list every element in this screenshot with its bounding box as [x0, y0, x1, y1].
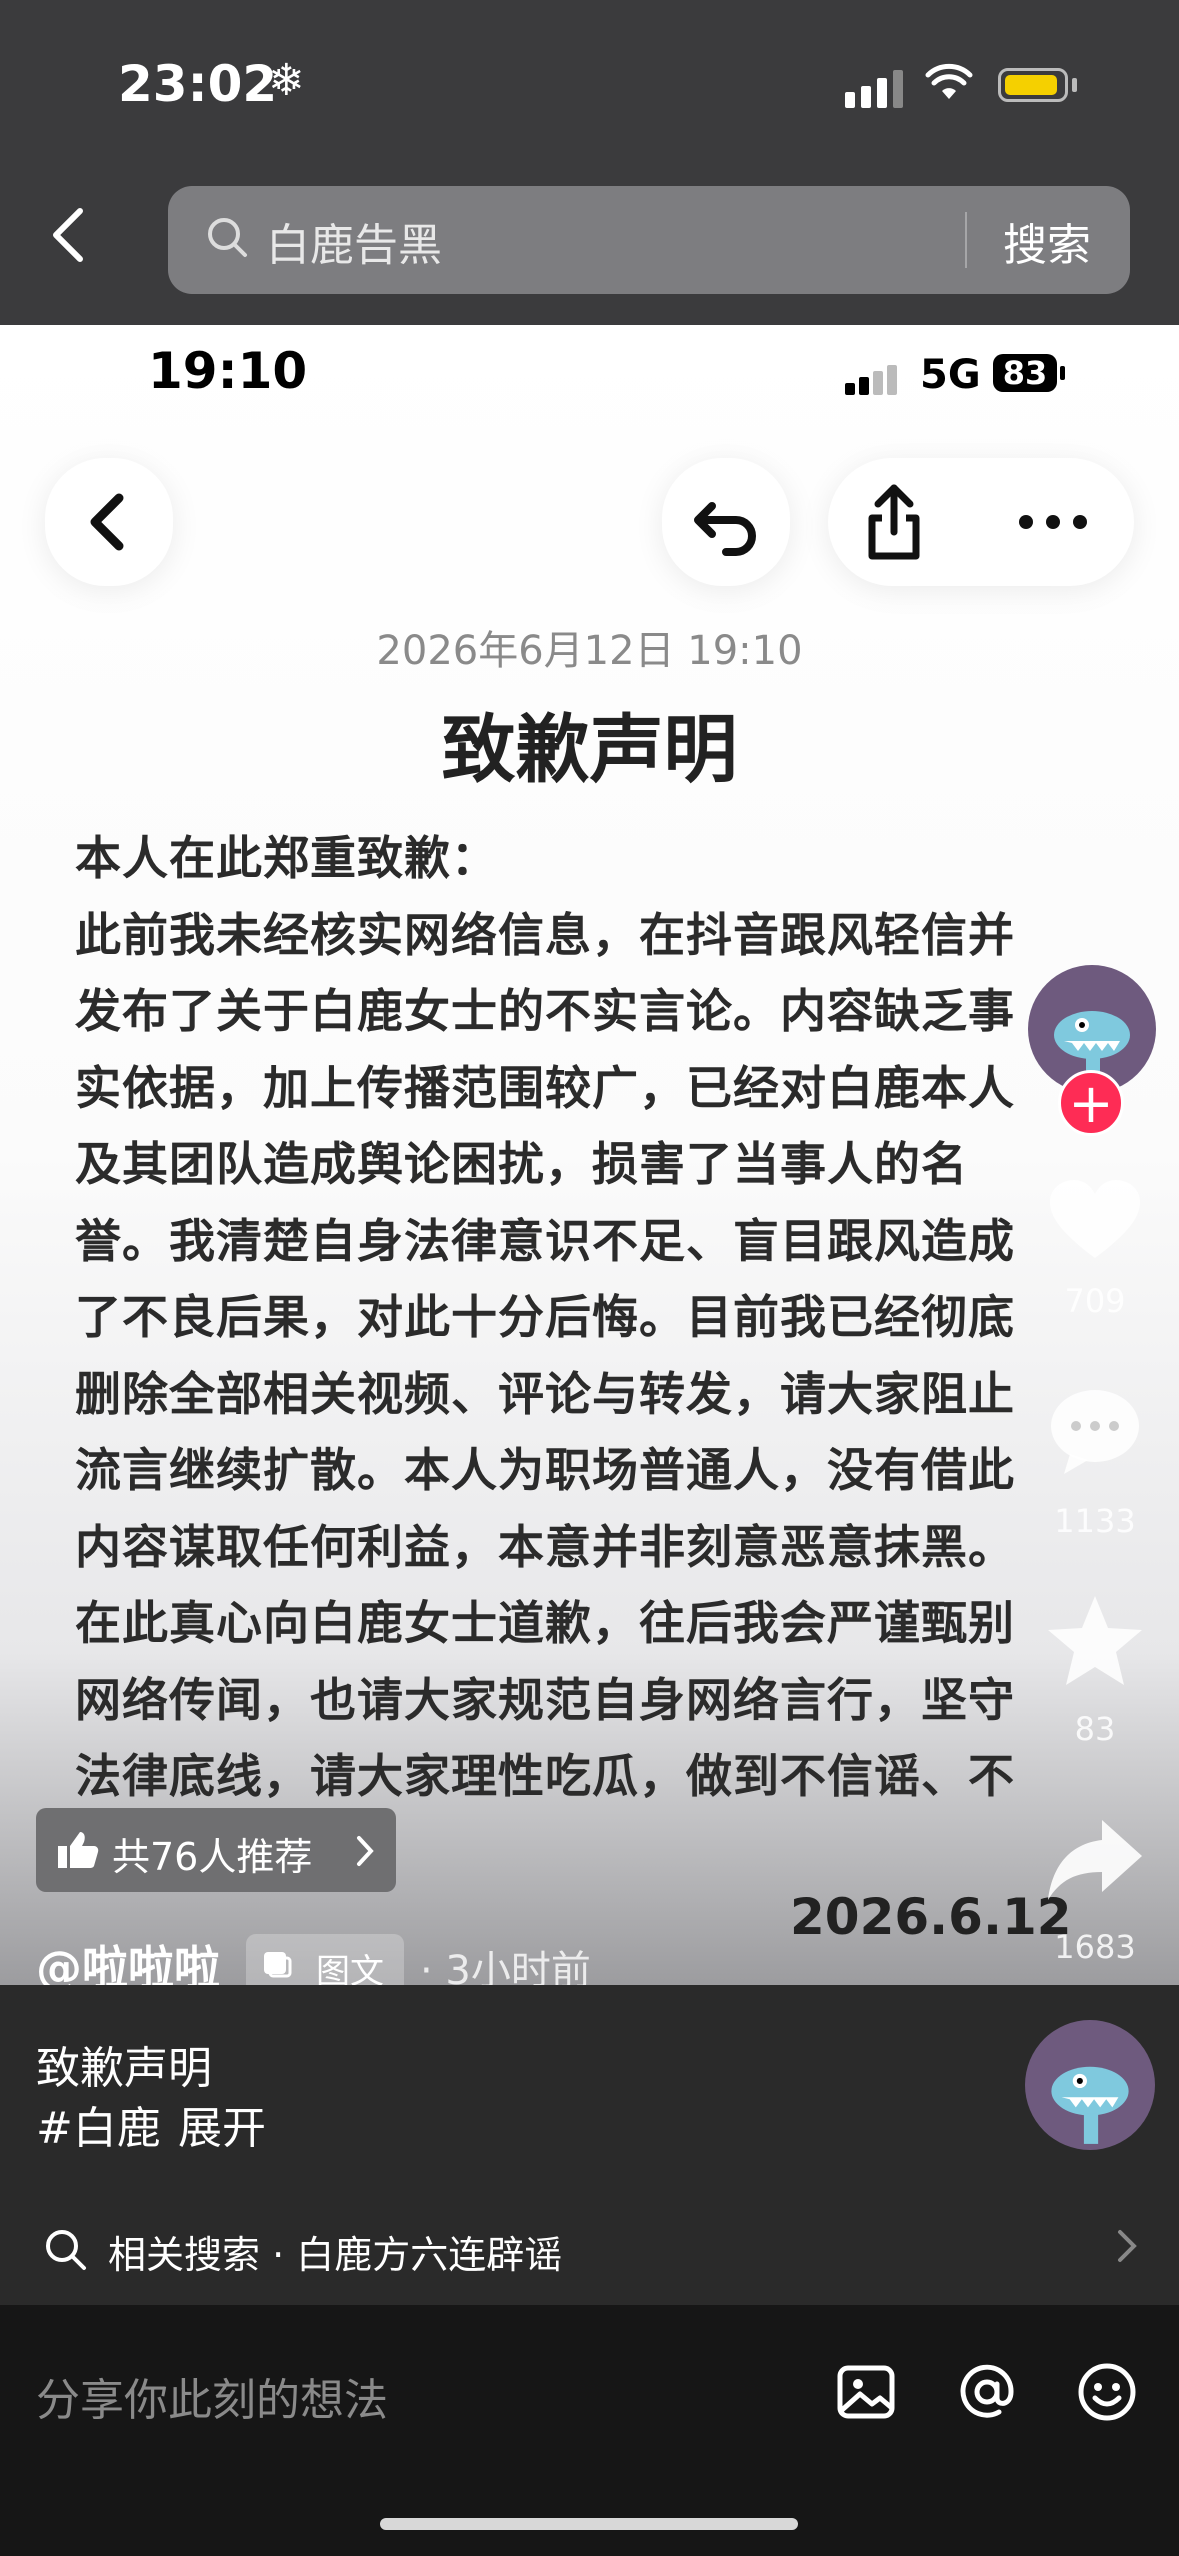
comment-icon[interactable] — [1040, 1380, 1150, 1480]
expand-link[interactable]: 展开 — [178, 2092, 266, 2156]
image-text-icon — [264, 1952, 292, 1978]
post-date: 2026年6月12日 19:10 — [376, 628, 803, 674]
hashtag-link[interactable]: #白鹿 — [36, 2092, 161, 2156]
recommend-badge[interactable]: 共76人推荐 — [36, 1808, 396, 1892]
comment-count: 1133 — [1054, 1502, 1136, 1540]
thumbs-up-icon — [58, 1832, 99, 1868]
inner-network: 5G — [920, 352, 981, 398]
signature-date: 2026.6.12 — [790, 1888, 1072, 1946]
image-picker-icon[interactable] — [834, 2360, 898, 2424]
post-title: 致歉声明 — [441, 707, 738, 793]
home-indicator — [380, 2518, 798, 2530]
star-icon[interactable] — [1040, 1590, 1150, 1690]
recommend-text: 共76人推荐 — [112, 1835, 313, 1879]
comment-input[interactable]: 分享你此刻的想法 — [36, 2364, 388, 2428]
search-input[interactable]: 白鹿告黑 — [266, 209, 442, 273]
inner-battery: 83 — [993, 354, 1057, 392]
inner-battery-tip — [1060, 366, 1065, 380]
search-button[interactable]: 搜索 — [1003, 209, 1091, 273]
wifi-icon — [925, 60, 973, 114]
heart-icon[interactable] — [1040, 1170, 1150, 1270]
search-icon — [205, 215, 249, 259]
caption-avatar[interactable] — [1025, 2020, 1155, 2150]
share-count: 1683 — [1054, 1928, 1136, 1966]
like-count: 709 — [1064, 1282, 1126, 1320]
related-chevron-icon[interactable] — [1112, 2226, 1142, 2266]
forward-icon[interactable] — [1040, 1810, 1150, 1910]
snowflake-icon: ❄ — [268, 55, 305, 106]
post-body: 本人在此郑重致歉： 此前我未经核实网络信息，在抖音跟风轻信并 发布了关于白鹿女士… — [75, 831, 1015, 1880]
battery-tip — [1072, 78, 1077, 92]
mention-icon[interactable] — [955, 2360, 1019, 2424]
inner-status-time: 19:10 — [148, 342, 308, 400]
action-pill — [828, 458, 1134, 586]
favorite-count: 83 — [1074, 1710, 1116, 1748]
more-icon[interactable] — [1018, 512, 1088, 532]
related-search[interactable]: 相关搜索 · 白鹿方六连辟谣 — [108, 2224, 562, 2279]
back-arrow-icon[interactable] — [48, 205, 98, 275]
chevron-right-icon — [357, 1836, 374, 1866]
inner-signal-icon — [845, 365, 900, 395]
undo-button[interactable] — [662, 458, 790, 586]
emoji-icon[interactable] — [1075, 2360, 1139, 2424]
status-time: 23:02 — [118, 55, 278, 113]
share-icon[interactable] — [864, 482, 924, 562]
caption-title: 致歉声明 — [36, 2043, 212, 2094]
cellular-signal-icon — [845, 68, 905, 108]
inner-back-button[interactable] — [45, 458, 173, 586]
battery-icon — [998, 68, 1068, 102]
search-divider — [965, 212, 967, 268]
follow-plus-button[interactable]: + — [1058, 1070, 1124, 1136]
related-search-icon — [42, 2226, 88, 2272]
